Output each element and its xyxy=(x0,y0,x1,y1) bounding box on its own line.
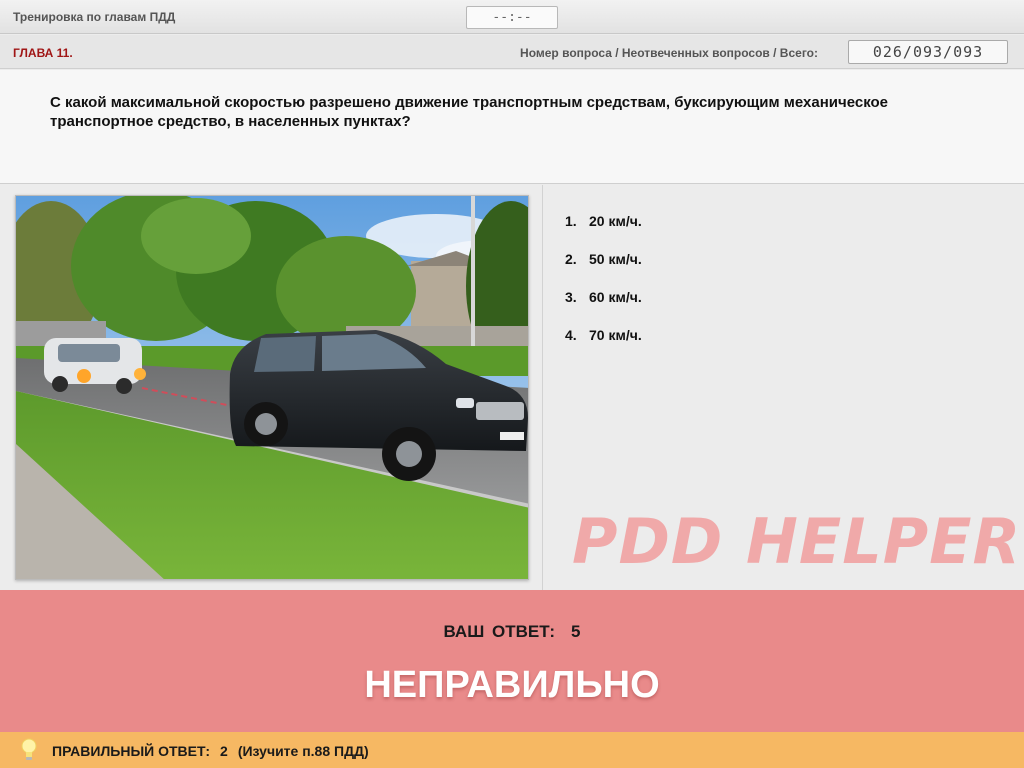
content-area: 1. 20 км/ч. 2. 50 км/ч. 3. 60 км/ч. 4. 70 км… xyxy=(0,185,1024,590)
question-text: С какой максимальной скоростью разрешено… xyxy=(50,94,889,130)
question-area: С какой максимальной скоростью разрешено… xyxy=(0,70,1024,184)
correct-answer-text: ПРАВИЛЬНЫЙ ОТВЕТ: 2 (Изучите п.88 ПДД) xyxy=(52,743,379,759)
correct-answer-hint: (Изучите п.88 ПДД) xyxy=(237,743,369,759)
answer-label: 70 км/ч. xyxy=(589,327,642,343)
chapter-label: ГЛАВА 11. xyxy=(13,46,73,60)
correct-answer-label: ПРАВИЛЬНЫЙ ОТВЕТ: xyxy=(52,743,211,759)
correct-answer-value: 2 xyxy=(220,743,228,759)
your-answer-label: ВАШ ОТВЕТ: xyxy=(443,622,556,641)
your-answer-value: 5 xyxy=(571,622,581,641)
info-bar: ГЛАВА 11. Номер вопроса / Неотвеченных в… xyxy=(0,35,1024,69)
title-bar: Тренировка по главам ПДД --:-- xyxy=(0,0,1024,34)
answer-number: 1. xyxy=(565,213,577,229)
answer-label: 60 км/ч. xyxy=(589,289,642,305)
answer-option-3[interactable]: 3. 60 км/ч. xyxy=(565,289,642,327)
watermark-logo: PDD HELPER xyxy=(572,505,1022,578)
correct-answer-bar: ПРАВИЛЬНЫЙ ОТВЕТ: 2 (Изучите п.88 ПДД) xyxy=(0,732,1024,768)
answer-list: 1. 20 км/ч. 2. 50 км/ч. 3. 60 км/ч. 4. 70 км… xyxy=(565,213,642,365)
your-answer: ВАШ ОТВЕТ: 5 xyxy=(0,622,1024,642)
answer-option-4[interactable]: 4. 70 км/ч. xyxy=(565,327,642,365)
column-divider xyxy=(542,185,543,590)
question-counter: 026/093/093 xyxy=(848,40,1008,64)
answer-number: 2. xyxy=(565,251,577,267)
lightbulb-icon xyxy=(21,738,37,760)
result-panel: ВАШ ОТВЕТ: 5 НЕПРАВИЛЬНО xyxy=(0,590,1024,732)
answer-number: 3. xyxy=(565,289,577,305)
question-photo xyxy=(15,195,529,580)
answer-label: 50 км/ч. xyxy=(589,251,642,267)
answer-option-1[interactable]: 1. 20 км/ч. xyxy=(565,213,642,251)
app-title: Тренировка по главам ПДД xyxy=(13,10,176,24)
question-counter-label: Номер вопроса / Неотвеченных вопросов / … xyxy=(520,46,818,60)
verdict-text: НЕПРАВИЛЬНО xyxy=(364,664,660,706)
answer-number: 4. xyxy=(565,327,577,343)
timer-display: --:-- xyxy=(466,6,558,29)
answer-label: 20 км/ч. xyxy=(589,213,642,229)
answer-option-2[interactable]: 2. 50 км/ч. xyxy=(565,251,642,289)
